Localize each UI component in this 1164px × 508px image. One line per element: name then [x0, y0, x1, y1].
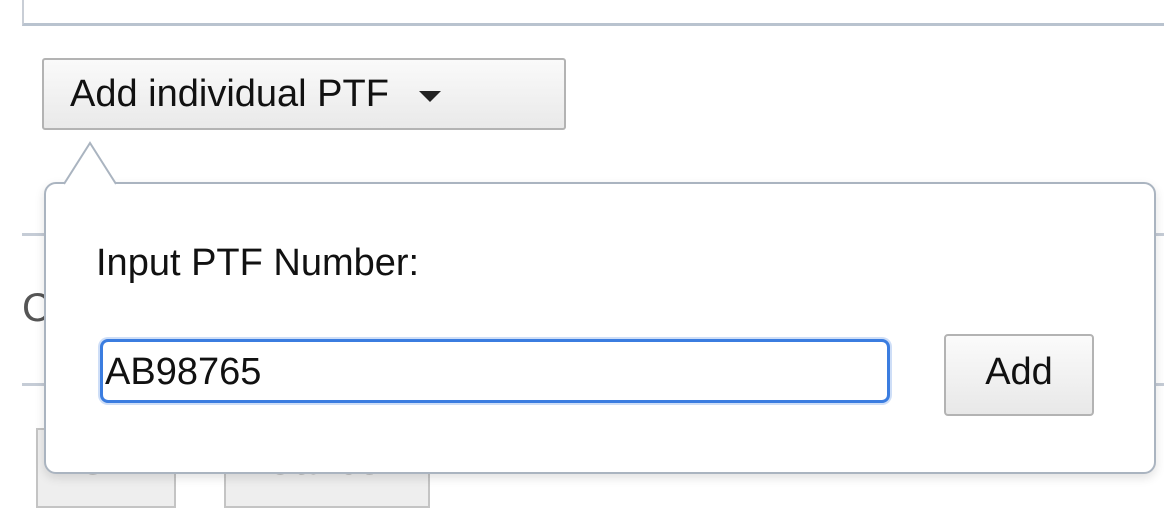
caret-down-icon	[418, 90, 441, 102]
ptf-popover: Input PTF Number: Add	[44, 182, 1156, 474]
add-individual-ptf-dropdown[interactable]: Add individual PTF	[42, 58, 566, 130]
background-panel	[22, 0, 1164, 26]
ptf-number-input[interactable]	[100, 339, 890, 403]
ptf-number-label: Input PTF Number:	[96, 242, 420, 284]
add-button[interactable]: Add	[944, 334, 1094, 416]
dropdown-label: Add individual PTF	[70, 72, 389, 115]
